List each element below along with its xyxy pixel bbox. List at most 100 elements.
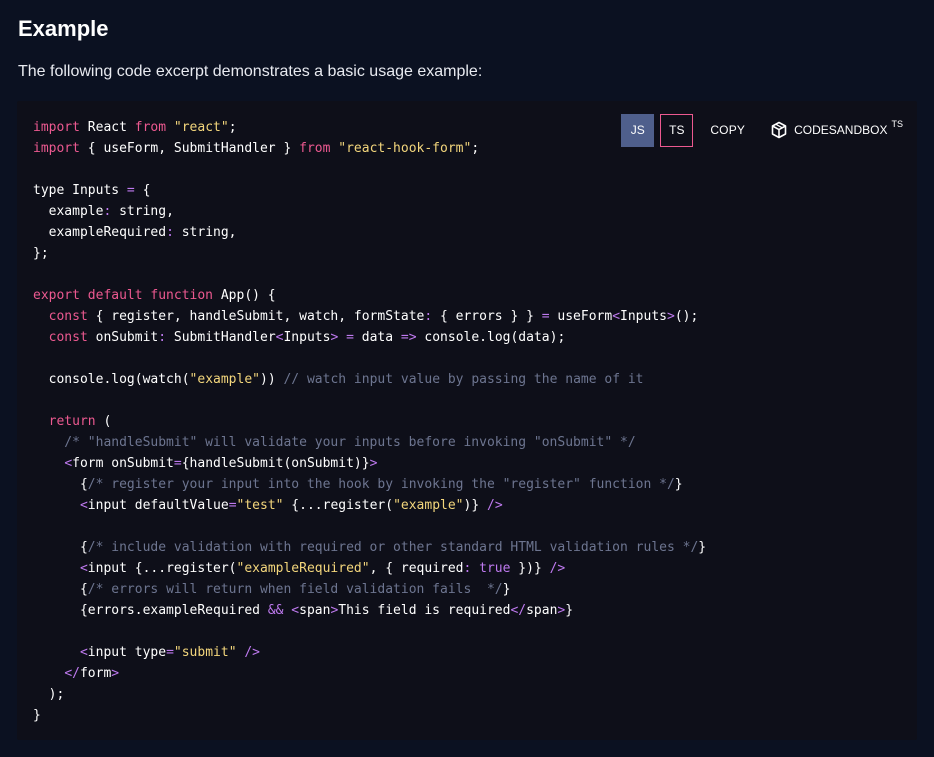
code-line: example: string,	[33, 201, 706, 222]
code-token: type Inputs	[33, 183, 127, 198]
code-token: {handleSubmit(onSubmit)}	[181, 456, 370, 471]
code-token: =	[166, 645, 174, 660]
code-line: import React from "react";	[33, 117, 706, 138]
code-token: })}	[510, 561, 550, 576]
code-token: span	[299, 603, 331, 618]
copy-button[interactable]: COPY	[710, 123, 745, 137]
codesandbox-label: CODESANDBOX	[794, 123, 888, 137]
code-token: {	[33, 477, 88, 492]
code-token: span	[526, 603, 558, 618]
code-token: <	[79, 561, 88, 576]
code-token: true	[479, 561, 511, 576]
code-content: import React from "react"; import { useFo…	[33, 117, 706, 726]
code-token: =	[346, 330, 354, 345]
code-token: "react"	[173, 120, 229, 135]
code-token: =	[541, 309, 550, 324]
code-line: {/* include validation with required or …	[33, 537, 706, 558]
code-line: return (	[33, 411, 706, 432]
code-token: /* "handleSubmit" will validate your inp…	[33, 435, 636, 450]
code-token: SubmitHandler	[166, 330, 276, 345]
code-token: }	[502, 582, 511, 597]
code-token: }	[33, 708, 41, 723]
code-token: =	[126, 183, 135, 198]
code-token: );	[33, 687, 65, 702]
code-token: // watch input value by passing the name…	[275, 372, 644, 387]
code-token: "exampleRequired"	[236, 561, 370, 576]
code-line: );	[33, 684, 706, 705]
code-token: (	[95, 414, 112, 429]
code-line: <form onSubmit={handleSubmit(onSubmit)}>	[33, 453, 706, 474]
code-line: {/* errors will return when field valida…	[33, 579, 706, 600]
code-line: {errors.exampleRequired && <span>This fi…	[33, 600, 706, 621]
code-line: type Inputs = {	[33, 180, 706, 201]
code-token: ();	[674, 309, 699, 324]
code-token: "example"	[189, 372, 260, 387]
code-line: <input type="submit" />	[33, 642, 706, 663]
code-token: :	[166, 225, 174, 240]
code-token: input type	[87, 645, 167, 660]
code-token: =	[228, 498, 237, 513]
code-token: "example"	[393, 498, 464, 513]
code-token: =	[173, 456, 182, 471]
code-token: console.log(watch(	[33, 372, 190, 387]
code-token: };	[33, 246, 49, 261]
code-token: from	[299, 141, 331, 156]
code-token: {errors.exampleRequired	[33, 603, 268, 618]
code-line: exampleRequired: string,	[33, 222, 706, 243]
code-token: /* register your input into the hook by …	[87, 477, 675, 492]
codesandbox-cube-icon	[771, 121, 787, 139]
code-token: =>	[400, 330, 417, 345]
code-token: </	[64, 666, 80, 681]
code-token: App() {	[213, 288, 276, 303]
code-token: ;	[471, 141, 480, 156]
code-token: /* errors will return when field validat…	[87, 582, 503, 597]
code-token: >	[111, 666, 120, 681]
code-token: {	[33, 540, 88, 555]
code-token: Inputs	[283, 330, 331, 345]
code-token: exampleRequired	[33, 225, 167, 240]
code-line: };	[33, 243, 706, 264]
code-token: example	[33, 204, 104, 219]
code-token: { useForm, SubmitHandler }	[79, 141, 300, 156]
code-token: "test"	[236, 498, 284, 513]
code-token: import	[33, 141, 80, 156]
codesandbox-ts-superscript: TS	[891, 119, 903, 129]
code-token: input {...register(	[87, 561, 237, 576]
code-token: {	[33, 582, 88, 597]
code-token: { errors } }	[432, 309, 542, 324]
code-line: {/* register your input into the hook by…	[33, 474, 706, 495]
code-line: console.log(watch("example")) // watch i…	[33, 369, 706, 390]
code-token: "react-hook-form"	[338, 141, 472, 156]
code-token: /* include validation with required or o…	[87, 540, 699, 555]
code-line: import { useForm, SubmitHandler } from "…	[33, 138, 706, 159]
code-line: const { register, handleSubmit, watch, f…	[33, 306, 706, 327]
code-token: ;	[228, 120, 237, 135]
code-token: onSubmit	[87, 330, 159, 345]
code-token: string,	[111, 204, 174, 219]
code-token: data	[353, 330, 401, 345]
code-token: ))	[260, 372, 276, 387]
code-token: Inputs	[620, 309, 667, 324]
code-token: }	[565, 603, 574, 618]
code-line: export default function App() {	[33, 285, 706, 306]
code-block: JS TS COPY CODESANDBOX TS import React f…	[17, 101, 917, 740]
code-token: useForm	[549, 309, 613, 324]
code-token: }	[698, 540, 707, 555]
code-token: :	[158, 330, 167, 345]
codesandbox-button[interactable]: CODESANDBOX TS	[771, 119, 903, 139]
code-token: :	[424, 309, 433, 324]
